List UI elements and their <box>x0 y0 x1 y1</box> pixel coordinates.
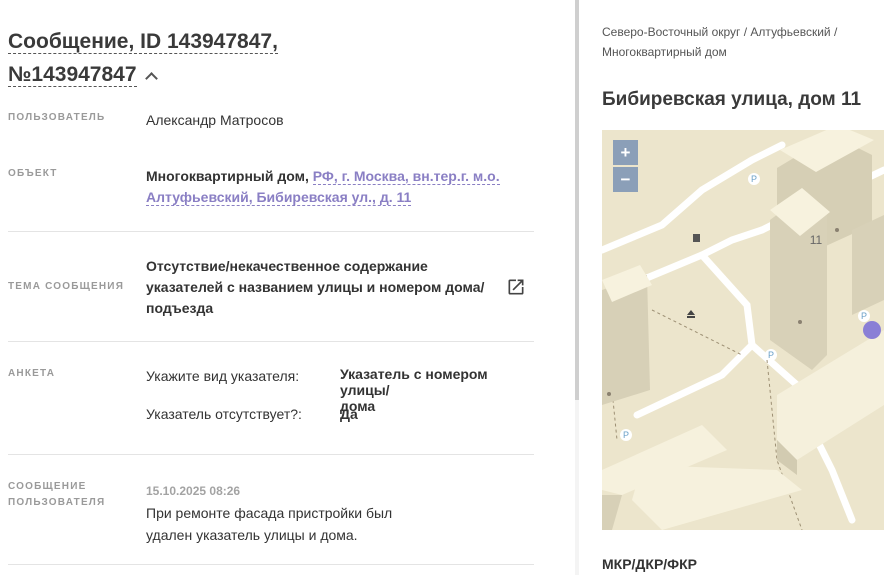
survey-label: АНКЕТА <box>8 368 56 379</box>
topic-line2: указателей с названием улицы и номером д… <box>146 279 485 295</box>
user-label: ПОЛЬЗОВАТЕЛЬ <box>8 112 106 123</box>
divider <box>8 231 534 232</box>
object-address-link-2[interactable]: Алтуфьевский, Бибиревская ул., д. 11 <box>146 189 412 206</box>
building-number-label: 11 <box>810 233 823 247</box>
scrollbar-thumb[interactable] <box>575 0 579 400</box>
topic-label: ТЕМА СООБЩЕНИЯ <box>8 281 125 292</box>
topic-value: Отсутствие/некачественное содержание ука… <box>146 256 491 319</box>
user-message: 15.10.2025 08:26 При ремонте фасада прис… <box>146 479 446 546</box>
zoom-in-button[interactable]: + <box>613 140 638 165</box>
topic-line3: подъезда <box>146 300 214 316</box>
address-title: Бибиревская улица, дом 11 <box>602 89 862 110</box>
topic-line1: Отсутствие/некачественное содержание <box>146 258 428 274</box>
message-title-line1: Сообщение, ID 143947847, <box>8 30 278 54</box>
external-link-icon[interactable] <box>506 277 526 297</box>
user-message-label: СООБЩЕНИЕ ПОЛЬЗОВАТЕЛЯ <box>8 479 105 511</box>
parking-label: P <box>623 430 629 440</box>
object-value: Многоквартирный дом, РФ, г. Москва, вн.т… <box>146 166 506 208</box>
parking-label: P <box>861 311 867 321</box>
zoom-control: + − <box>613 140 638 192</box>
object-address-link[interactable]: РФ, г. Москва, вн.тер.г. м.о. <box>312 168 500 185</box>
message-title-line2: №143947847 <box>8 63 137 87</box>
divider <box>8 341 534 342</box>
breadcrumb: Северо-Восточный округ / Алтуфьевский / … <box>602 22 882 62</box>
chevron-up-icon[interactable] <box>144 72 158 85</box>
message-text-line2: удален указатель улицы и дома. <box>146 527 358 543</box>
message-date: 15.10.2025 08:26 <box>146 484 241 498</box>
object-type: Многоквартирный дом, <box>146 168 309 184</box>
survey-question-1: Укажите вид указателя: <box>146 368 300 384</box>
survey-question-2: Указатель отсутствует?: <box>146 406 302 422</box>
user-message-label-line1: СООБЩЕНИЕ <box>8 481 87 492</box>
shelter-icon <box>687 310 695 318</box>
breadcrumb-line2: Многоквартирный дом <box>602 45 727 59</box>
message-title[interactable]: Сообщение, ID 143947847, №143947847 <box>8 25 308 91</box>
user-message-label-line2: ПОЛЬЗОВАТЕЛЯ <box>8 497 106 508</box>
section-title: МКР/ДКР/ФКР <box>602 556 698 572</box>
message-text-line1: При ремонте фасада пристройки был <box>146 505 393 521</box>
survey-answer-2: Да <box>340 406 358 422</box>
divider <box>8 454 534 455</box>
divider <box>8 564 534 565</box>
breadcrumb-line1: Северо-Восточный округ / Алтуфьевский / <box>602 25 838 39</box>
zoom-out-button[interactable]: − <box>613 167 638 192</box>
map-canvas: 11 P P P P <box>602 130 884 530</box>
parking-label: P <box>751 174 757 184</box>
survey-answer-1-line1: Указатель с номером улицы/ <box>340 366 488 398</box>
map[interactable]: 11 P P P P <box>602 130 884 530</box>
parking-label: P <box>768 350 774 360</box>
trash-icon <box>693 234 700 242</box>
message-panel: Сообщение, ID 143947847, №143947847 ПОЛЬ… <box>0 0 575 575</box>
object-label: ОБЪЕКТ <box>8 168 58 179</box>
location-marker[interactable] <box>863 321 881 339</box>
survey-answer-1: Указатель с номером улицы/ дома <box>340 366 540 414</box>
user-value: Александр Матросов <box>146 112 284 128</box>
